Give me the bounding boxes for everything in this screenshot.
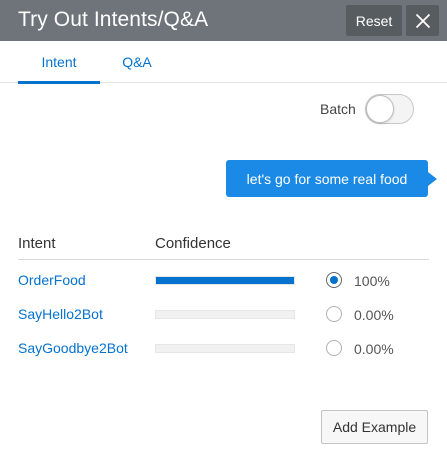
table-row: OrderFood 100% [18,263,429,297]
add-example-button[interactable]: Add Example [321,410,428,444]
close-icon [415,13,430,28]
reset-button[interactable]: Reset [346,5,402,36]
intent-link[interactable]: SayHello2Bot [18,306,103,322]
user-message-bubble: let's go for some real food [226,160,428,197]
user-message-text: let's go for some real food [246,170,408,187]
tab-qa[interactable]: Q&A [112,41,162,83]
confidence-value: 0.00% [354,307,394,323]
table-row: SayHello2Bot 0.00% [18,297,429,331]
tab-intent[interactable]: Intent [18,41,100,84]
toggle-knob [366,95,394,123]
confidence-value: 100% [354,273,390,289]
table-row: SayGoodbye2Bot 0.00% [18,331,429,365]
intent-radio[interactable] [326,272,342,288]
intent-link[interactable]: OrderFood [18,272,86,288]
confidence-bar [155,276,295,285]
batch-label: Batch [320,101,356,117]
dialog-title: Try Out Intents/Q&A [18,8,209,31]
dialog-header: Try Out Intents/Q&A Reset [0,0,447,41]
results-table-header: Intent Confidence [18,226,429,260]
bubble-tail [428,172,437,186]
intent-radio[interactable] [326,340,342,356]
confidence-bar [155,310,295,319]
confidence-bar [155,344,295,353]
confidence-bar-fill [156,277,294,284]
confidence-value: 0.00% [354,341,394,357]
batch-toggle[interactable] [365,94,414,124]
intent-link[interactable]: SayGoodbye2Bot [18,340,128,356]
close-button[interactable] [406,5,439,36]
column-header-intent: Intent [18,235,56,252]
tab-bar: Intent Q&A [0,41,447,84]
column-header-confidence: Confidence [155,235,231,252]
intent-radio[interactable] [326,306,342,322]
